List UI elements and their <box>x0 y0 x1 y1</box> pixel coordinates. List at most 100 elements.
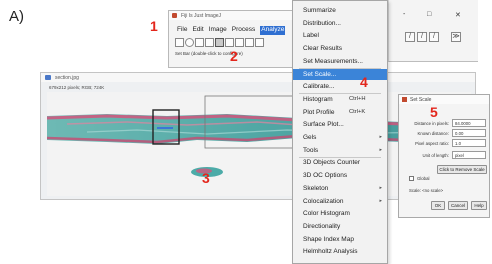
menu-item[interactable]: Tools ▸ <box>293 145 387 156</box>
menu-item[interactable]: Helmholtz Analysis <box>293 246 387 257</box>
menu-item[interactable]: Plot Profile Ctrl+K <box>293 107 387 118</box>
menu-item-label: Shape Index Map <box>303 235 354 243</box>
global-checkbox[interactable] <box>409 176 414 181</box>
callout-5: 5 <box>430 104 438 120</box>
close-button[interactable]: ✕ <box>455 11 461 19</box>
wand-tool-icon[interactable] <box>245 38 254 47</box>
dialog-icon <box>402 97 407 102</box>
image-title-bar: section.jpg <box>41 73 475 82</box>
angle-tool-icon[interactable] <box>225 38 234 47</box>
distance-pixels-row: Distance in pixels: 84.0000 <box>403 119 487 128</box>
menu-item-label: Gels <box>303 134 317 141</box>
image-icon <box>45 75 51 80</box>
menu-item[interactable]: Skeleton ▸ <box>293 183 387 194</box>
distance-pixels-field[interactable]: 84.0000 <box>452 119 486 127</box>
global-label: Global <box>417 176 430 181</box>
menu-item-label: 3D Objects Counter <box>303 159 361 167</box>
field-label: Distance in pixels: <box>414 121 449 126</box>
image-title: section.jpg <box>55 75 79 81</box>
scale-text: Scale: <no scale> <box>409 188 444 193</box>
help-button[interactable]: Help <box>471 201 487 210</box>
field-label: Known distance: <box>417 131 449 136</box>
more-tools-icon[interactable]: ≫ <box>451 32 461 42</box>
menu-item[interactable]: 3D OC Options <box>293 170 387 181</box>
menu-item-label: Histogram <box>303 95 333 103</box>
menu-item-label: Summarize <box>303 7 336 14</box>
callout-2: 2 <box>230 48 238 64</box>
straight-line-tool-icon[interactable] <box>215 38 224 47</box>
freehand-tool-icon[interactable] <box>205 38 214 47</box>
menu-edit[interactable]: Edit <box>192 26 203 35</box>
panel-label: A) <box>9 8 24 25</box>
pixel-aspect-field[interactable]: 1.0 <box>452 139 486 147</box>
menu-item[interactable]: Gels ▸ <box>293 132 387 143</box>
app-icon <box>172 13 177 18</box>
menu-item-label: Directionality <box>303 222 341 230</box>
unit-length-field[interactable]: pixel <box>452 151 486 159</box>
menu-item[interactable]: Colocalization ▸ <box>293 196 387 207</box>
minimize-button[interactable]: - <box>403 11 405 18</box>
menu-item-label: Skeleton <box>303 184 329 192</box>
ok-button[interactable]: OK <box>431 201 445 210</box>
menu-item-label: Clear Results <box>303 45 343 53</box>
menu-item[interactable]: Surface Plot... <box>293 119 387 130</box>
text-tool-icon[interactable] <box>255 38 264 47</box>
maximize-button[interactable]: □ <box>427 11 431 18</box>
menu-analyze[interactable]: Analyze <box>260 26 286 35</box>
menu-item[interactable]: Directionality <box>293 221 387 232</box>
menu-item-label: Distribution... <box>303 19 341 27</box>
line-tool-icon[interactable]: / <box>405 32 415 42</box>
callout-4: 4 <box>360 74 368 90</box>
menu-bar: File Edit Image Process Analyze <box>169 26 286 35</box>
menu-item[interactable]: Summarize <box>293 5 387 16</box>
dialog-title: Set Scale <box>410 97 432 103</box>
menu-item-label: Surface Plot... <box>303 121 344 129</box>
line-tool-icon[interactable]: / <box>429 32 439 42</box>
known-distance-row: Known distance: 0.00 <box>403 129 487 138</box>
menu-item[interactable]: Shape Index Map <box>293 234 387 245</box>
menu-item-shortcut: Ctrl+H <box>349 95 366 102</box>
point-tool-icon[interactable] <box>235 38 244 47</box>
menu-item[interactable]: Set Scale... <box>293 68 387 80</box>
tool-bar <box>175 38 264 47</box>
menu-item[interactable]: Histogram Ctrl+H <box>293 94 387 105</box>
figure-stage: A) - □ ✕ / / / ≫ Fiji Is Just ImageJ Fil… <box>0 0 492 264</box>
menu-item[interactable]: Clear Results <box>293 43 387 54</box>
polygon-tool-icon[interactable] <box>195 38 204 47</box>
known-distance-field[interactable]: 0.00 <box>452 129 486 137</box>
menu-item[interactable]: Distribution... <box>293 18 387 29</box>
rectangle-tool-icon[interactable] <box>175 38 184 47</box>
menu-item-label: Color Histogram <box>303 210 350 218</box>
submenu-arrow-icon: ▸ <box>379 146 382 153</box>
window-title: Fiji Is Just ImageJ <box>181 13 222 19</box>
imagej-toolbar-right: - □ ✕ / / / ≫ <box>388 0 478 62</box>
submenu-arrow-icon: ▸ <box>379 134 382 140</box>
dialog-title-bar: Set Scale <box>399 95 489 104</box>
remove-scale-button[interactable]: Click to Remove Scale <box>437 165 487 174</box>
menu-item[interactable]: Color Histogram <box>293 208 387 219</box>
menu-image[interactable]: Image <box>209 26 227 35</box>
submenu-arrow-icon: ▸ <box>379 197 382 204</box>
menu-item-label: Calibrate... <box>303 83 335 91</box>
menu-item[interactable]: Label <box>293 30 387 41</box>
unit-length-row: Unit of length: pixel <box>403 151 487 160</box>
callout-1: 1 <box>150 18 158 34</box>
cancel-button[interactable]: Cancel <box>448 201 468 210</box>
menu-item-label: Set Scale... <box>303 70 337 78</box>
menu-item[interactable]: 3D Objects Counter <box>293 157 387 168</box>
menu-process[interactable]: Process <box>232 26 255 35</box>
pixel-aspect-row: Pixel aspect ratio: 1.0 <box>403 139 487 148</box>
menu-item-label: Set Measurements... <box>303 57 363 65</box>
menu-item[interactable]: Calibrate... <box>293 81 387 92</box>
field-label: Unit of length: <box>422 153 449 158</box>
menu-item-label: Label <box>303 32 319 40</box>
menu-item-label: 3D OC Options <box>303 172 348 180</box>
field-label: Pixel aspect ratio: <box>415 141 449 146</box>
menu-item-label: Plot Profile <box>303 108 335 116</box>
menu-item-label: Colocalization <box>303 197 344 205</box>
image-info: 679x212 pixels; RGB; 724K <box>49 85 105 90</box>
oval-tool-icon[interactable] <box>185 38 194 47</box>
menu-item[interactable]: Set Measurements... <box>293 56 387 67</box>
menu-file[interactable]: File <box>177 26 187 35</box>
line-tool-icon[interactable]: / <box>417 32 427 42</box>
